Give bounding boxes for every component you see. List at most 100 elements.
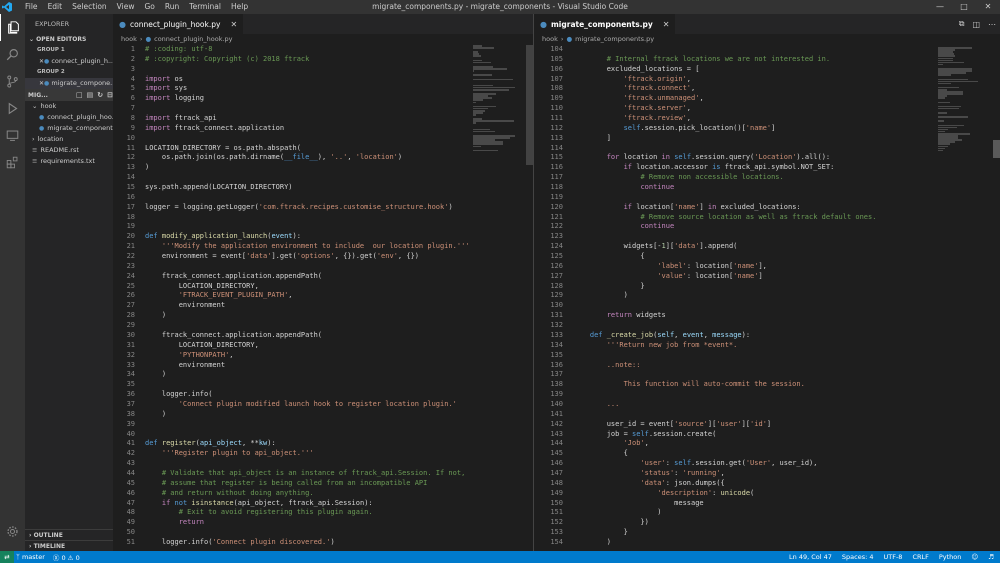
code-token: ].append( bbox=[699, 242, 738, 251]
code-token: 'value' bbox=[657, 271, 687, 280]
close-tab-icon[interactable]: ✕ bbox=[230, 20, 237, 29]
menu-item-help[interactable]: Help bbox=[226, 0, 253, 14]
menu-item-selection[interactable]: Selection bbox=[67, 0, 112, 14]
python-file-icon: ● bbox=[39, 125, 45, 132]
scrollbar[interactable] bbox=[993, 140, 1000, 158]
code-line: 2 # :copyright: Copyright (c) 2018 ftrack bbox=[113, 55, 470, 65]
explorer-sidebar: EXPLORER ⌄ OPEN EDITORS GROUP 1 ✕ ● conn… bbox=[25, 14, 113, 551]
run-debug-icon[interactable] bbox=[0, 95, 25, 122]
tab-connect-plugin-hook[interactable]: ● connect_plugin_hook.py ✕ bbox=[113, 14, 244, 34]
eol-status[interactable]: CRLF bbox=[912, 553, 928, 561]
notifications-bell-icon[interactable]: ♬ bbox=[988, 553, 994, 561]
settings-gear-icon[interactable] bbox=[0, 518, 25, 545]
code-token: ) bbox=[145, 409, 167, 418]
line-number: 6 bbox=[130, 94, 135, 103]
menu-item-view[interactable]: View bbox=[112, 0, 140, 14]
code-token: excluded_locations = [ bbox=[573, 64, 700, 73]
close-icon[interactable]: ✕ bbox=[976, 0, 1000, 14]
line-number: 51 bbox=[126, 537, 135, 546]
code-line: 112 self.session.pick_location()['name'] bbox=[534, 124, 876, 134]
code-token: , {}) bbox=[397, 252, 419, 261]
line-number: 31 bbox=[126, 340, 135, 349]
remote-indicator-icon[interactable]: ⇄ bbox=[0, 551, 14, 563]
tree-item[interactable]: ≡ README.rst bbox=[25, 145, 113, 156]
menu-item-run[interactable]: Run bbox=[160, 0, 184, 14]
outline-section[interactable]: › OUTLINE bbox=[25, 529, 113, 540]
code-token: sys.path.append(LOCATION_DIRECTORY) bbox=[145, 183, 293, 192]
breadcrumb-file[interactable]: migrate_components.py bbox=[575, 34, 654, 45]
minimap[interactable] bbox=[473, 45, 525, 545]
workspace-folder-header[interactable]: MIG... □ ▤ ↻ ⊟ bbox=[25, 89, 113, 101]
code-line: 15 sys.path.append(LOCATION_DIRECTORY) bbox=[113, 183, 470, 193]
tab-migrate-components[interactable]: ● migrate_components.py ✕ bbox=[534, 14, 676, 34]
refresh-icon[interactable]: ↻ bbox=[97, 91, 103, 99]
timeline-section[interactable]: › TIMELINE bbox=[25, 540, 113, 551]
line-number: 144 bbox=[550, 439, 563, 448]
new-folder-icon[interactable]: ▤ bbox=[87, 91, 94, 99]
open-editor-item[interactable]: ✕ ● connect_plugin_h... bbox=[25, 56, 113, 67]
encoding-status[interactable]: UTF-8 bbox=[883, 553, 902, 561]
code-line: 3 bbox=[113, 65, 470, 75]
code-token: LOCATION_DIRECTORY, bbox=[145, 340, 259, 349]
feedback-icon[interactable]: ☺ bbox=[971, 553, 978, 561]
scrollbar[interactable] bbox=[526, 45, 533, 165]
source-control-icon[interactable] bbox=[0, 68, 25, 95]
remote-explorer-icon[interactable] bbox=[0, 122, 25, 149]
timeline-label: TIMELINE bbox=[33, 543, 66, 550]
indentation-status[interactable]: Spaces: 4 bbox=[842, 553, 874, 561]
explorer-icon[interactable] bbox=[0, 14, 25, 41]
breadcrumb-file[interactable]: connect_plugin_hook.py bbox=[154, 34, 232, 45]
code-text: ) bbox=[563, 291, 628, 301]
text-file-icon: ≡ bbox=[32, 157, 38, 165]
search-icon[interactable] bbox=[0, 41, 25, 68]
new-file-icon[interactable]: □ bbox=[76, 91, 83, 99]
code-text: logger = logging.getLogger('com.ftrack.r… bbox=[135, 203, 453, 213]
menu-item-edit[interactable]: Edit bbox=[43, 0, 68, 14]
line-number: 8 bbox=[130, 114, 135, 123]
code-token: import bbox=[145, 74, 171, 83]
minimize-icon[interactable]: — bbox=[928, 0, 952, 14]
menu-item-terminal[interactable]: Terminal bbox=[184, 0, 226, 14]
minimap[interactable] bbox=[938, 45, 990, 545]
line-number: 122 bbox=[550, 222, 563, 231]
tree-item[interactable]: ● migrate_component... bbox=[25, 123, 113, 134]
problems-status[interactable]: Ⓧ 0 ⚠ 0 bbox=[53, 552, 80, 562]
split-editor-icon[interactable]: ◫ bbox=[972, 20, 980, 29]
close-tab-icon[interactable]: ✕ bbox=[663, 20, 670, 29]
more-actions-icon[interactable]: ⋯ bbox=[988, 20, 996, 29]
tree-item[interactable]: ≡ requirements.txt bbox=[25, 156, 113, 167]
language-mode[interactable]: Python bbox=[939, 553, 962, 561]
open-editor-item[interactable]: ✕ ● migrate_compone... bbox=[25, 78, 113, 89]
menu-item-go[interactable]: Go bbox=[139, 0, 159, 14]
breadcrumb-folder[interactable]: hook bbox=[542, 34, 558, 45]
menu-item-file[interactable]: File bbox=[20, 0, 43, 14]
code-line: 148 'data': json.dumps({ bbox=[534, 479, 876, 489]
code-text: LOCATION_DIRECTORY = os.path.abspath( bbox=[135, 144, 301, 154]
code-editor[interactable]: 104 105 # Internal ftrack locations we ar… bbox=[534, 45, 876, 548]
open-editors-header[interactable]: ⌄ OPEN EDITORS bbox=[25, 34, 113, 45]
tree-item[interactable]: ● connect_plugin_hoo... bbox=[25, 112, 113, 123]
code-line: 50 bbox=[113, 528, 470, 538]
code-token: ] bbox=[766, 419, 772, 428]
code-token: ftrack_api.symbol.NOT_SET: bbox=[720, 163, 835, 172]
tree-item[interactable]: ⌄ hook bbox=[25, 101, 113, 112]
breadcrumb-folder[interactable]: hook bbox=[121, 34, 137, 45]
branch-status[interactable]: ᛉ master bbox=[16, 553, 45, 561]
code-editor[interactable]: 1 # :coding: utf-8 2 # :copyright: Copyrigh… bbox=[113, 45, 470, 548]
extensions-icon[interactable] bbox=[0, 149, 25, 176]
maximize-icon[interactable]: □ bbox=[952, 0, 976, 14]
code-token: } bbox=[573, 528, 628, 537]
python-file-icon: ● bbox=[145, 35, 152, 43]
cursor-position[interactable]: Ln 49, Col 47 bbox=[789, 553, 832, 561]
code-token: location bbox=[619, 153, 662, 162]
code-line: 145 { bbox=[534, 449, 876, 459]
workspace-folder-label: MIG... bbox=[28, 91, 48, 99]
tree-item[interactable]: › location bbox=[25, 134, 113, 145]
open-changes-icon[interactable]: ⧉ bbox=[959, 19, 965, 29]
code-token: 'Connect plugin modified launch hook to … bbox=[178, 399, 457, 408]
